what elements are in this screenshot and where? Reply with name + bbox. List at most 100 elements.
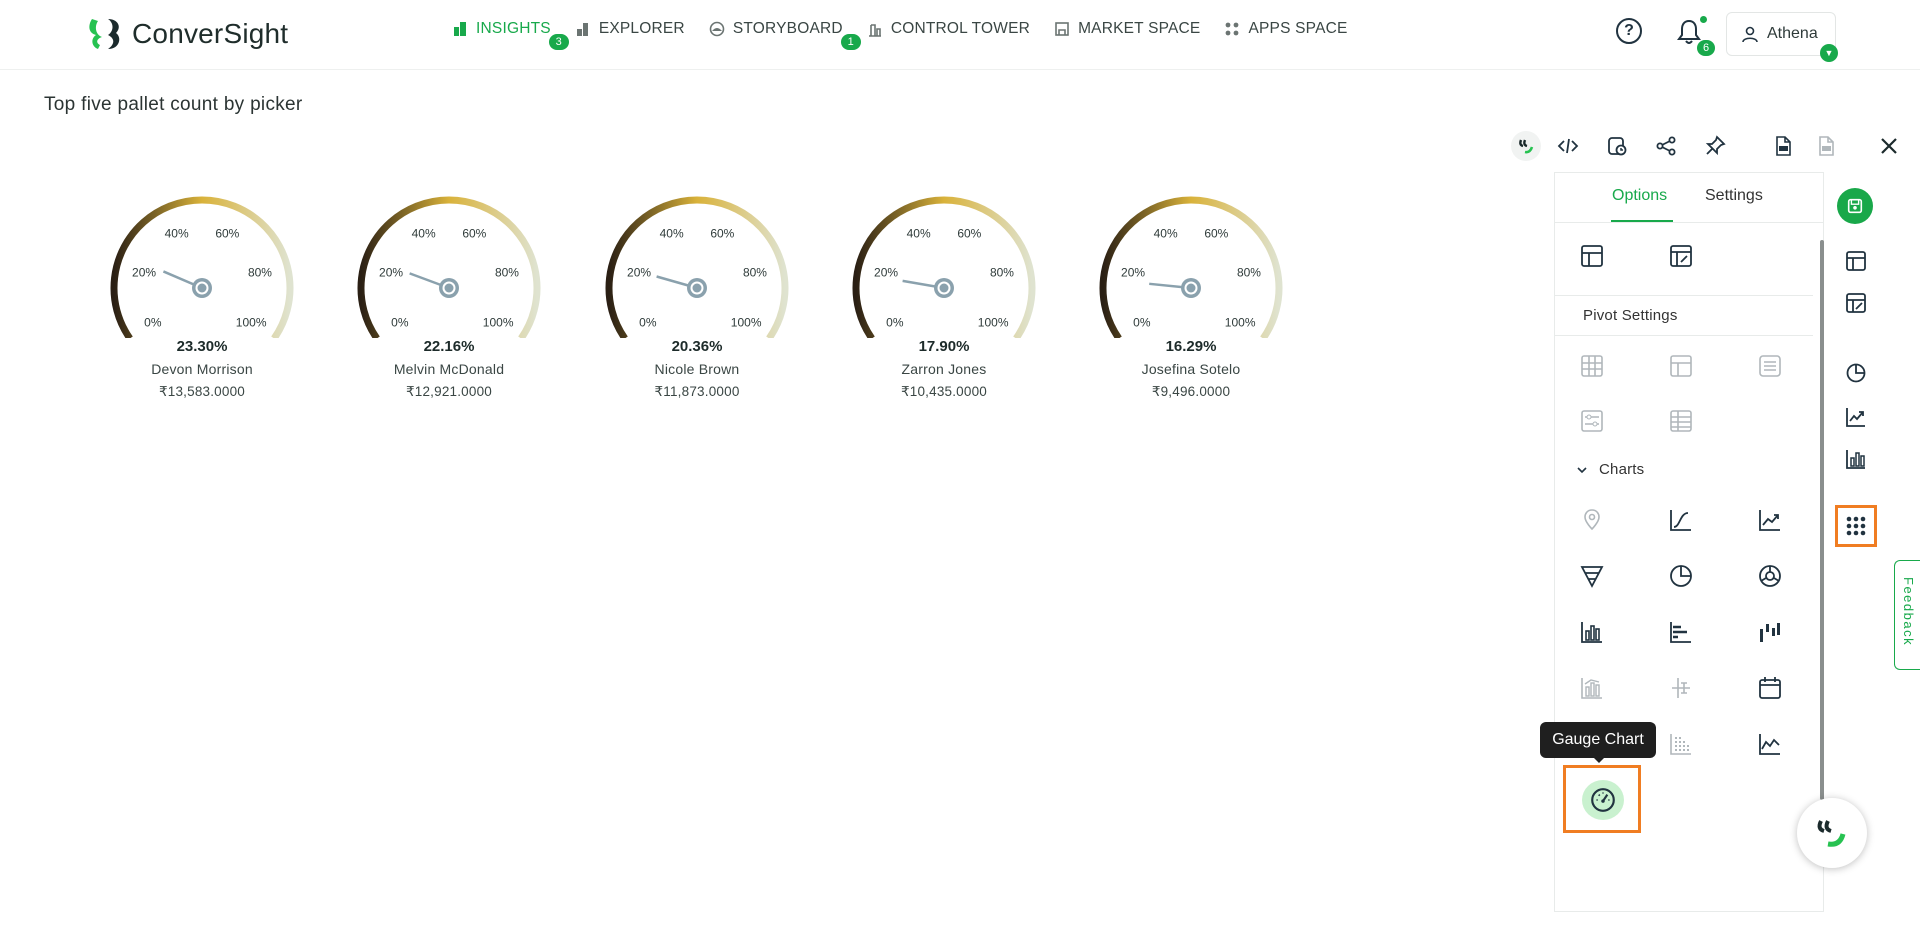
pivot-settings-label: Pivot Settings <box>1583 307 1678 324</box>
gauge-chart-icon <box>1582 780 1624 820</box>
feedback-tab[interactable]: Feedback <box>1894 560 1920 670</box>
rail-table-icon[interactable] <box>1843 248 1869 274</box>
schedule-report-icon[interactable] <box>1602 131 1632 161</box>
list-view-icon <box>1755 351 1785 381</box>
user-dropdown-icon[interactable]: ▼ <box>1820 44 1838 62</box>
ai-assistant-icon[interactable] <box>1511 131 1541 161</box>
gauge-tick-label: 60% <box>710 227 734 241</box>
gauge-tick-label: 20% <box>379 265 403 279</box>
gauge-tick-label: 20% <box>874 265 898 279</box>
gauge-tick-label: 40% <box>1154 227 1178 241</box>
rail-pie-chart-icon[interactable] <box>1843 360 1869 386</box>
gauge-picker-name: Nicole Brown <box>654 361 740 377</box>
main-nav: INSIGHTS 3 EXPLORER STORYBOARD 1 CONTROL… <box>452 20 1348 50</box>
nav-label: CONTROL TOWER <box>890 20 1031 37</box>
gauge-tick-label: 100% <box>731 315 762 329</box>
gauge-tick-label: 60% <box>462 227 486 241</box>
split-table-icon <box>1666 351 1696 381</box>
gauge-tick-label: 80% <box>1237 265 1261 279</box>
gauge: 0% 20% 40% 60% 80% 100% 16.29% Josefina Sotelo ₹… <box>1086 188 1296 408</box>
nav-storyboard[interactable]: STORYBOARD 1 <box>709 20 861 50</box>
column-chart-icon[interactable] <box>1577 617 1607 647</box>
logo[interactable]: ConverSight <box>86 15 288 53</box>
charts-section-label[interactable]: Charts <box>1599 461 1644 478</box>
panel-tabs: Options Settings <box>1555 173 1823 223</box>
gauge-value: ₹10,435.0000 <box>900 384 988 399</box>
user-icon <box>1742 26 1758 43</box>
dots-grid-icon <box>1846 516 1866 536</box>
pdf-export-icon[interactable] <box>1768 131 1798 161</box>
assistant-chat-button[interactable] <box>1797 798 1867 868</box>
waterfall-chart-icon[interactable] <box>1755 617 1785 647</box>
rail-column-chart-icon[interactable] <box>1843 446 1869 472</box>
gauge-dial: 0% 20% 40% 60% 80% 100% <box>357 196 541 338</box>
close-icon[interactable] <box>1874 131 1904 161</box>
notification-count-badge: 6 <box>1697 40 1715 56</box>
nav-label: STORYBOARD <box>732 20 843 37</box>
tab-options[interactable]: Options <box>1612 187 1667 205</box>
gauge-tick-label: 80% <box>743 265 767 279</box>
gauge: 0% 20% 40% 60% 80% 100% 17.90% Zarron Jones ₹10,… <box>839 188 1049 408</box>
chevron-down-icon[interactable] <box>1575 463 1589 477</box>
gauge-tick-label: 60% <box>1204 227 1228 241</box>
code-icon[interactable] <box>1553 131 1583 161</box>
gauge-tick-label: 40% <box>165 227 189 241</box>
pivot-view-icon[interactable] <box>1666 241 1696 271</box>
heatmap-chart-icon <box>1666 729 1696 759</box>
gauge-chart-tooltip: Gauge Chart <box>1540 722 1656 758</box>
help-icon[interactable]: ? <box>1616 18 1642 44</box>
gauge-value: ₹12,921.0000 <box>405 384 493 399</box>
gauge-tick-label: 0% <box>144 315 162 329</box>
gauge-hub-center <box>939 283 949 293</box>
bar-chart-horizontal-icon[interactable] <box>1666 617 1696 647</box>
nav-label: MARKET SPACE <box>1078 20 1201 37</box>
active-tab-indicator <box>1611 220 1673 222</box>
s-curve-chart-icon[interactable] <box>1666 505 1696 535</box>
gauge-value: ₹9,496.0000 <box>1151 384 1231 399</box>
nav-explorer[interactable]: EXPLORER <box>575 20 685 38</box>
tooltip-arrow <box>1592 756 1606 763</box>
gauge: 0% 20% 40% 60% 80% 100% 23.30% Devon Morrison ₹1… <box>97 188 307 408</box>
panel-divider <box>1555 295 1813 296</box>
funnel-chart-icon[interactable] <box>1577 561 1607 591</box>
line-chart-icon[interactable] <box>1755 505 1785 535</box>
rail-pivot-icon[interactable] <box>1843 290 1869 316</box>
pie-chart-icon[interactable] <box>1666 561 1696 591</box>
gauge-tick-label: 20% <box>1121 265 1145 279</box>
gauge-tick-label: 60% <box>215 227 239 241</box>
gauge: 0% 20% 40% 60% 80% 100% 20.36% Nicole Brown ₹11,… <box>592 188 802 408</box>
gauge-tick-label: 80% <box>248 265 272 279</box>
donut-chart-icon[interactable] <box>1755 561 1785 591</box>
gauge-tick-label: 40% <box>412 227 436 241</box>
gauge-picker-name: Zarron Jones <box>901 361 987 377</box>
gauge-dial: 0% 20% 40% 60% 80% 100% <box>1099 196 1283 338</box>
filter-table-icon <box>1577 406 1607 436</box>
pin-icon[interactable] <box>1700 131 1730 161</box>
nav-market-space[interactable]: MARKET SPACE <box>1054 20 1200 38</box>
grid-table-icon <box>1577 351 1607 381</box>
gauge-tick-label: 80% <box>495 265 519 279</box>
gauge-tick-label: 40% <box>660 227 684 241</box>
rail-line-chart-icon[interactable] <box>1843 404 1869 430</box>
calendar-chart-icon[interactable] <box>1755 673 1785 703</box>
table-view-icon[interactable] <box>1577 241 1607 271</box>
save-button[interactable] <box>1837 188 1873 224</box>
gauge-tick-label: 0% <box>1133 315 1151 329</box>
multi-line-chart-icon[interactable] <box>1755 729 1785 759</box>
tab-settings[interactable]: Settings <box>1705 187 1763 205</box>
gauge-tick-label: 60% <box>957 227 981 241</box>
gauge-value: ₹13,583.0000 <box>158 384 246 399</box>
nav-control-tower[interactable]: CONTROL TOWER <box>867 20 1030 38</box>
nav-apps-space[interactable]: APPS SPACE <box>1224 20 1347 38</box>
panel-scrollbar[interactable] <box>1820 240 1824 800</box>
share-icon[interactable] <box>1651 131 1681 161</box>
error-bar-chart-icon <box>1666 673 1696 703</box>
tower-icon <box>868 24 881 37</box>
detail-table-icon <box>1666 406 1696 436</box>
gauge-chart-option[interactable] <box>1563 765 1641 833</box>
gauge-tick-label: 100% <box>1225 315 1256 329</box>
gauge-percent: 17.90% <box>918 338 970 355</box>
nav-insights[interactable]: INSIGHTS 3 <box>452 20 569 50</box>
gauge-tick-label: 0% <box>886 315 904 329</box>
more-charts-button[interactable] <box>1835 505 1877 547</box>
